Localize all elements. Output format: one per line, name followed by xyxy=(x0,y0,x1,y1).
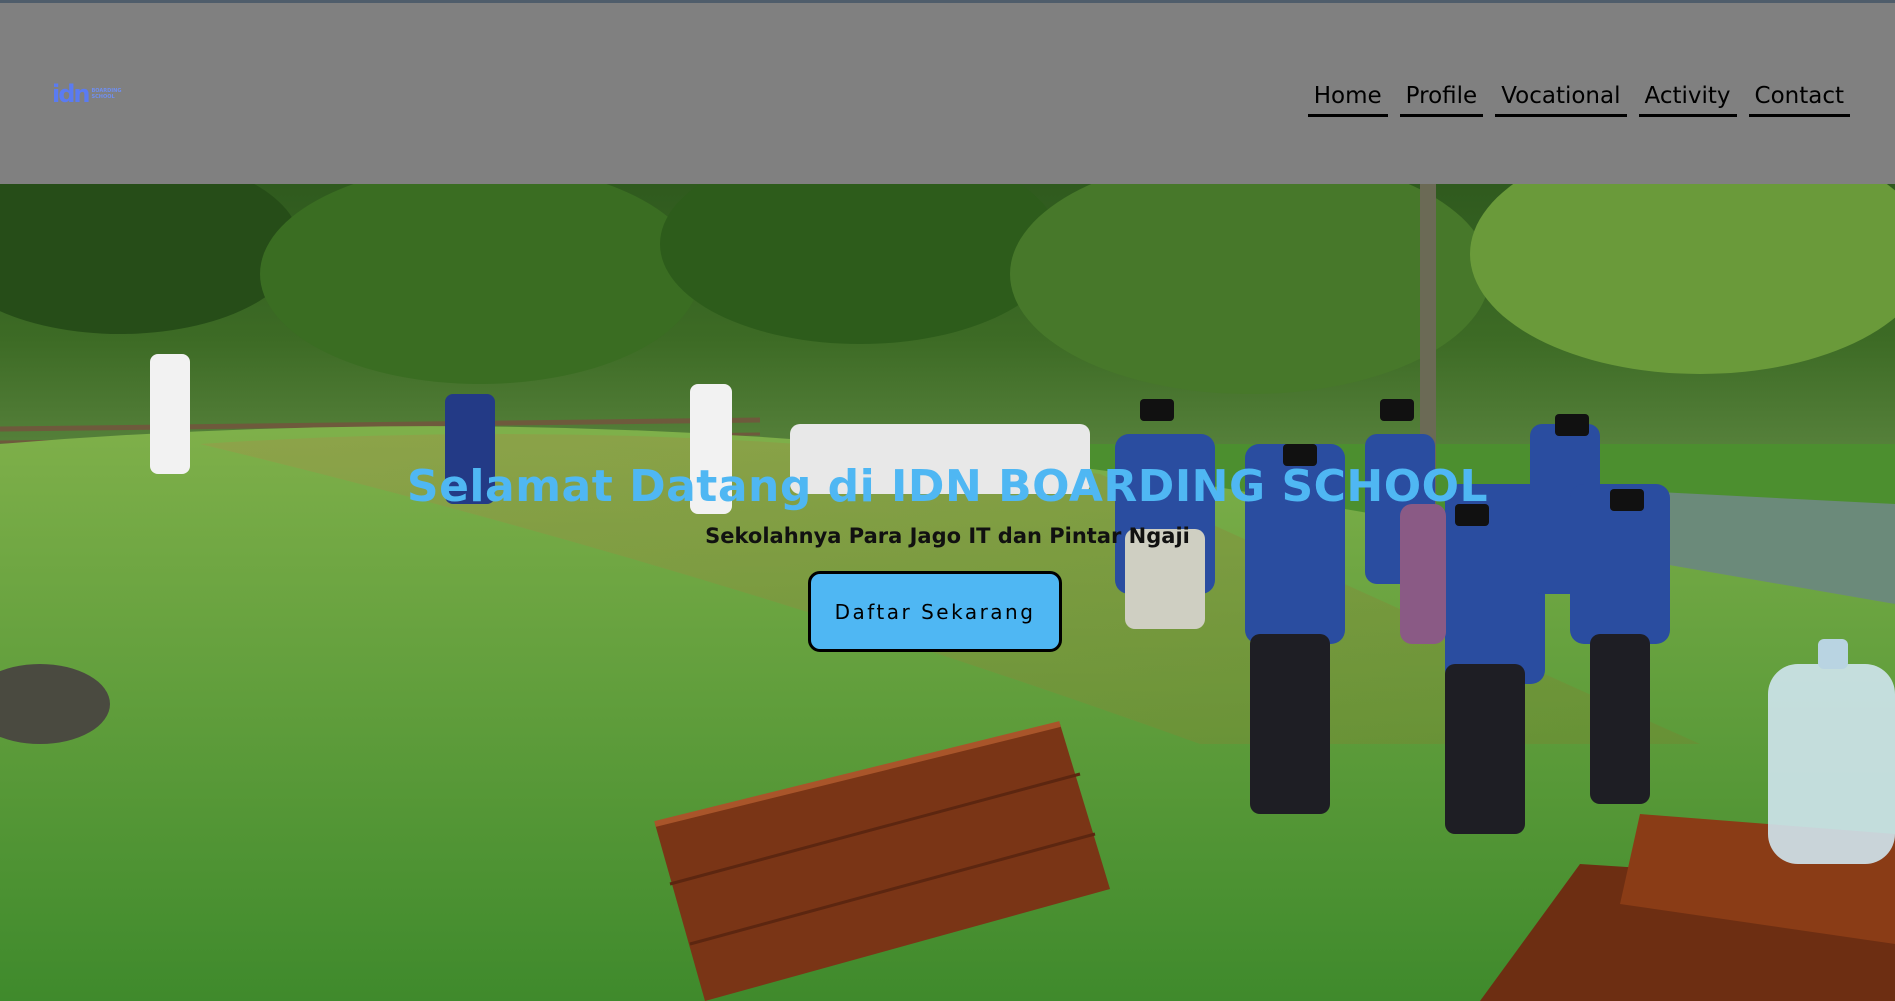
hero-subtitle: Sekolahnya Para Jago IT dan Pintar Ngaji xyxy=(705,524,1190,548)
logo-mark: idn xyxy=(52,80,90,108)
site-header: idn BOARDING SCHOOL Home Profile Vocatio… xyxy=(0,0,1895,184)
nav-item-contact[interactable]: Contact xyxy=(1748,79,1850,117)
site-logo[interactable]: idn BOARDING SCHOOL xyxy=(52,77,122,111)
logo-subtext: BOARDING SCHOOL xyxy=(92,88,122,100)
nav-item-home[interactable]: Home xyxy=(1307,79,1388,117)
nav-item-vocational[interactable]: Vocational xyxy=(1495,79,1627,117)
hero-section: Selamat Datang di IDN BOARDING SCHOOL Se… xyxy=(0,184,1895,1001)
main-nav: Home Profile Vocational Activity Contact xyxy=(1307,79,1850,117)
logo-sub-line-2: SCHOOL xyxy=(91,94,115,100)
nav-item-activity[interactable]: Activity xyxy=(1638,79,1737,117)
nav-item-profile[interactable]: Profile xyxy=(1399,79,1484,117)
register-now-button[interactable]: Daftar Sekarang xyxy=(808,571,1062,652)
hero-title: Selamat Datang di IDN BOARDING SCHOOL xyxy=(406,461,1489,512)
